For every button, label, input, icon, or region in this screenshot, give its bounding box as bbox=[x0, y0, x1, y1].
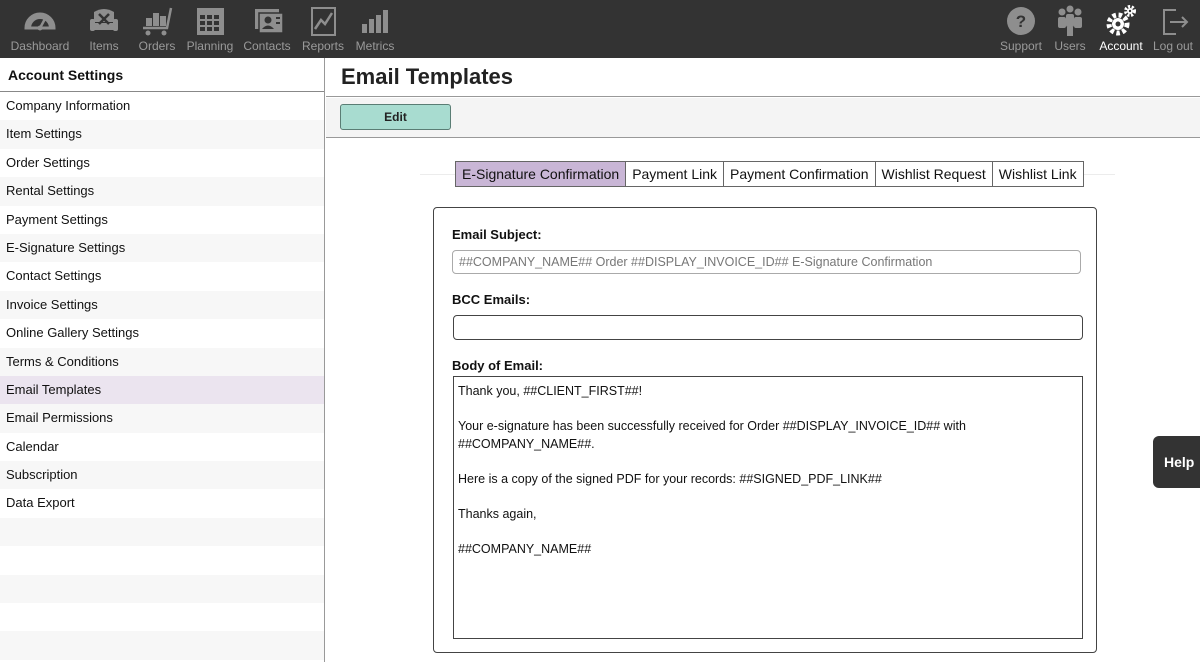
email-subject-label: Email Subject: bbox=[452, 227, 542, 242]
email-body-label: Body of Email: bbox=[452, 358, 544, 373]
email-template-form: Email Subject: ##COMPANY_NAME## Order ##… bbox=[433, 207, 1097, 653]
body-line: Thank you, ##CLIENT_FIRST##! bbox=[458, 384, 643, 398]
body-line: ##COMPANY_NAME##. bbox=[458, 436, 595, 451]
nav-support[interactable]: ? Support bbox=[1000, 0, 1042, 58]
sidebar-item-email-permissions[interactable]: Email Permissions bbox=[0, 404, 324, 433]
nav-items-label: Items bbox=[89, 39, 119, 53]
body-line bbox=[458, 453, 1078, 471]
sidebar-item-item-settings[interactable]: Item Settings bbox=[0, 120, 324, 149]
nav-reports-label: Reports bbox=[301, 39, 345, 53]
metrics-bars-icon bbox=[362, 10, 388, 33]
help-button[interactable]: Help bbox=[1153, 436, 1200, 488]
sidebar-item-email-templates[interactable]: Email Templates bbox=[0, 375, 324, 405]
nav-users-label: Users bbox=[1054, 39, 1086, 53]
support-question-icon: ? bbox=[1007, 7, 1035, 35]
email-body-textarea[interactable]: Thank you, ##CLIENT_FIRST##! Your e-sign… bbox=[453, 376, 1083, 639]
nav-dashboard[interactable]: Dashboard bbox=[10, 0, 70, 58]
nav-items[interactable]: Items bbox=[84, 0, 124, 58]
sidebar-item-data-export[interactable]: Data Export bbox=[0, 489, 324, 517]
body-line: Thanks again, bbox=[458, 507, 537, 522]
nav-metrics[interactable]: Metrics bbox=[355, 0, 395, 58]
orders-cart-icon bbox=[143, 7, 173, 36]
email-subject-input[interactable]: ##COMPANY_NAME## Order ##DISPLAY_INVOICE… bbox=[452, 250, 1081, 274]
contacts-card-icon bbox=[255, 9, 284, 34]
nav-reports[interactable]: Reports bbox=[301, 0, 345, 58]
reports-chart-icon bbox=[311, 7, 336, 36]
nav-logout[interactable]: Log out bbox=[1152, 0, 1194, 58]
items-armchair-icon bbox=[90, 9, 118, 31]
sidebar-item-calendar[interactable]: Calendar bbox=[0, 433, 324, 461]
sidebar-empty-row bbox=[0, 546, 324, 574]
sidebar-title: Account Settings bbox=[0, 58, 324, 92]
planning-calendar-icon bbox=[197, 8, 224, 35]
main-header: Email Templates bbox=[326, 58, 1200, 97]
logout-arrow-icon bbox=[1163, 9, 1189, 35]
tab-wishlist-request[interactable]: Wishlist Request bbox=[874, 162, 992, 186]
users-group-icon bbox=[1058, 5, 1082, 36]
nav-orders[interactable]: Orders bbox=[137, 0, 177, 58]
body-line: ##COMPANY_NAME## bbox=[458, 542, 592, 557]
toolbar: Edit bbox=[326, 98, 1200, 138]
nav-support-label: Support bbox=[999, 39, 1043, 53]
top-navigation: Dashboard Items Orders Planning Contacts… bbox=[0, 0, 1200, 58]
template-tabs: E-Signature Confirmation Payment Link Pa… bbox=[455, 161, 1084, 187]
sidebar-empty-row bbox=[0, 603, 324, 631]
body-line bbox=[458, 489, 1078, 507]
sidebar-item-company-information[interactable]: Company Information bbox=[0, 92, 324, 120]
nav-metrics-label: Metrics bbox=[355, 39, 395, 53]
sidebar-item-invoice-settings[interactable]: Invoice Settings bbox=[0, 290, 324, 320]
body-line bbox=[458, 401, 1078, 419]
nav-logout-label: Log out bbox=[1152, 39, 1194, 53]
bcc-emails-input[interactable] bbox=[453, 315, 1083, 340]
svg-text:?: ? bbox=[1016, 12, 1026, 31]
nav-planning-label: Planning bbox=[186, 39, 234, 53]
sidebar-empty-row bbox=[0, 631, 324, 660]
nav-dashboard-label: Dashboard bbox=[10, 39, 70, 53]
nav-users[interactable]: Users bbox=[1052, 0, 1088, 58]
sidebar-item-contact-settings[interactable]: Contact Settings bbox=[0, 262, 324, 290]
account-gears-icon bbox=[1106, 5, 1136, 36]
sidebar-item-order-settings[interactable]: Order Settings bbox=[0, 149, 324, 177]
sidebar-item-online-gallery-settings[interactable]: Online Gallery Settings bbox=[0, 319, 324, 347]
edit-button[interactable]: Edit bbox=[340, 104, 451, 130]
sidebar-empty-row bbox=[0, 517, 324, 547]
nav-planning[interactable]: Planning bbox=[187, 0, 233, 58]
body-line: Here is a copy of the signed PDF for you… bbox=[458, 471, 882, 486]
sidebar-item-esignature-settings[interactable]: E-Signature Settings bbox=[0, 233, 324, 263]
body-line bbox=[458, 524, 1078, 542]
tab-esignature-confirmation[interactable]: E-Signature Confirmation bbox=[456, 162, 626, 186]
nav-account[interactable]: Account bbox=[1098, 0, 1144, 58]
account-settings-sidebar: Account Settings Company Information Ite… bbox=[0, 58, 325, 662]
sidebar-item-subscription[interactable]: Subscription bbox=[0, 461, 324, 490]
sidebar-item-terms-conditions[interactable]: Terms & Conditions bbox=[0, 347, 324, 376]
sidebar-empty-row bbox=[0, 574, 324, 604]
nav-orders-label: Orders bbox=[138, 39, 176, 53]
tab-payment-link[interactable]: Payment Link bbox=[625, 162, 723, 186]
bcc-emails-label: BCC Emails: bbox=[452, 292, 531, 307]
sidebar-item-rental-settings[interactable]: Rental Settings bbox=[0, 177, 324, 206]
nav-contacts-label: Contacts bbox=[243, 39, 291, 53]
page-title: Email Templates bbox=[341, 64, 513, 89]
tab-wishlist-link[interactable]: Wishlist Link bbox=[991, 162, 1083, 186]
sidebar-item-payment-settings[interactable]: Payment Settings bbox=[0, 206, 324, 234]
nav-account-label: Account bbox=[1099, 39, 1143, 53]
tab-payment-confirmation[interactable]: Payment Confirmation bbox=[723, 162, 875, 186]
dashboard-gauge-icon bbox=[24, 12, 56, 31]
nav-contacts[interactable]: Contacts bbox=[243, 0, 291, 58]
body-line: Your e-signature has been successfully r… bbox=[458, 419, 966, 434]
